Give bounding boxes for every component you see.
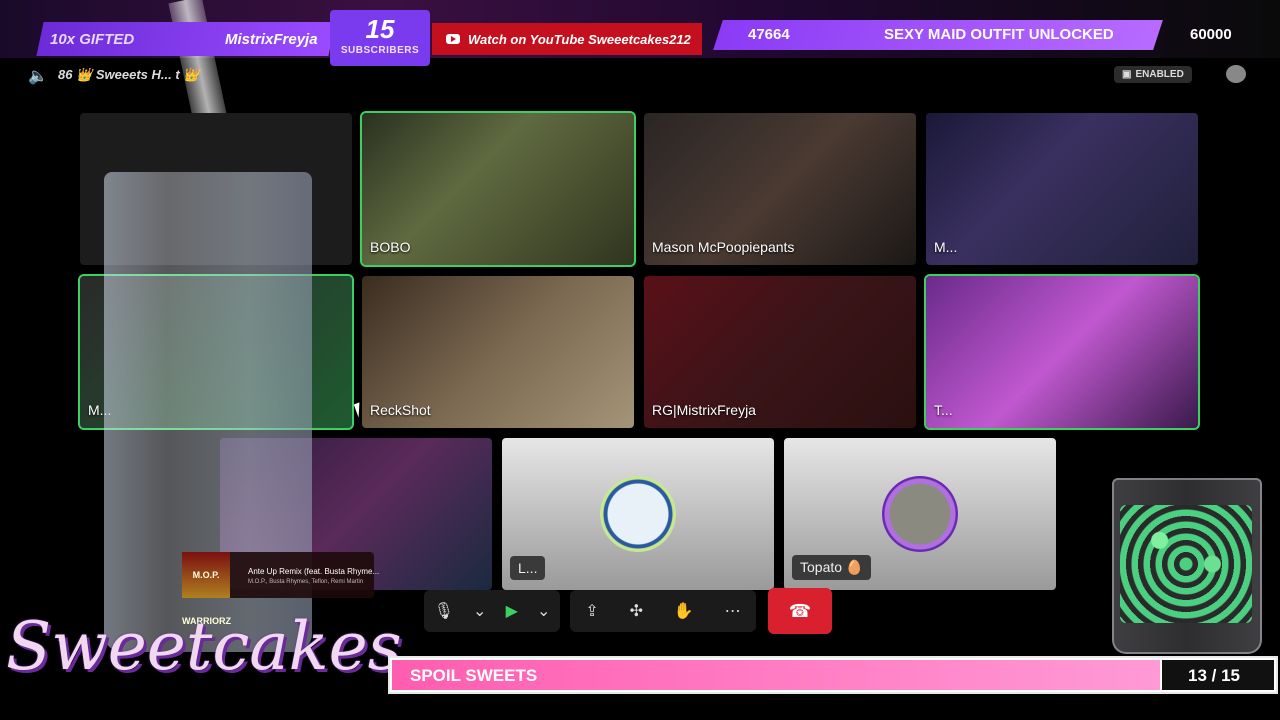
goal-title: SEXY MAID OUTFIT UNLOCKED	[884, 26, 1114, 43]
enabled-label: ENABLED	[1135, 69, 1184, 80]
participant-name: L...	[510, 556, 546, 580]
video-tile[interactable]: Topato 🥚	[784, 438, 1056, 590]
avatar	[600, 476, 676, 552]
enabled-badge[interactable]: ▣ ENABLED	[1114, 66, 1192, 83]
participant-name: RG|MistrixFreyja	[652, 402, 756, 418]
youtube-banner: Watch on YouTube Sweeetcakes212	[432, 23, 702, 55]
gifted-label: 10x GIFTED	[50, 31, 135, 48]
video-tile[interactable]: T...	[924, 274, 1200, 430]
video-tile[interactable]: Mason McPoopiepants	[644, 113, 916, 265]
sweetcakes-logo: Sweetcakes	[6, 608, 402, 685]
subscriber-counter: 15 SUBSCRIBERS	[330, 10, 430, 66]
now-playing-artist: M.O.P., Busta Rhymes, Teflon, Remi Marti…	[248, 579, 364, 585]
participant-name: ReckShot	[370, 402, 431, 418]
raise-hand-icon[interactable]: ✋	[674, 601, 694, 621]
youtube-text: Watch on YouTube Sweeetcakes212	[468, 31, 691, 47]
participant-name: M...	[934, 239, 958, 255]
subscriber-label: SUBSCRIBERS	[340, 45, 420, 56]
goal-current: 47664	[748, 26, 790, 43]
more-icon[interactable]: ⋯	[725, 601, 741, 621]
action-controls: ⇪ ✣ ✋ ⋯	[570, 590, 756, 632]
video-tile[interactable]: M...	[926, 113, 1198, 265]
progress-label: SPOIL SWEETS	[410, 666, 538, 685]
album-art: M.O.P. WARRIORZ	[182, 552, 231, 626]
participant-name: Topato 🥚	[792, 555, 872, 580]
hangup-button[interactable]: ☎	[768, 588, 832, 634]
progress-count: 13 / 15	[1188, 666, 1240, 685]
badge-icon: ▣	[1122, 69, 1132, 80]
gifted-name: MistrixFreyja	[225, 31, 318, 48]
candy-graphic	[1120, 505, 1252, 623]
microphone-icon[interactable]: 🎙	[434, 601, 454, 621]
video-tile[interactable]: RG|MistrixFreyja	[644, 276, 916, 428]
screen-share-icon[interactable]: ⇪	[585, 601, 598, 621]
video-tile[interactable]: BOBO	[360, 111, 636, 267]
youtube-icon	[446, 34, 460, 44]
av-controls: 🎙 ⌄ ▶ ⌄	[424, 590, 560, 632]
participant-name: T...	[934, 402, 953, 418]
now-playing-title: Ante Up Remix (feat. Busta Rhyme...	[248, 567, 380, 576]
speaker-icon[interactable]: 🔈	[28, 66, 48, 86]
video-tile[interactable]: ReckShot	[362, 276, 634, 428]
chat-icon[interactable]	[1226, 65, 1246, 83]
subscriber-count: 15	[365, 14, 395, 44]
hangup-icon: ☎	[788, 600, 812, 621]
participant-name: BOBO	[370, 239, 411, 255]
avatar	[882, 476, 958, 552]
video-tile[interactable]: L...	[502, 438, 774, 590]
goal-max: 60000	[1190, 26, 1232, 43]
chevron-down-icon[interactable]: ⌄	[473, 601, 486, 621]
chevron-down-icon[interactable]: ⌄	[537, 601, 550, 621]
participant-name: Mason McPoopiepants	[652, 239, 795, 255]
camera-icon[interactable]: ▶	[506, 601, 518, 621]
apps-icon[interactable]: ✣	[630, 601, 643, 621]
meeting-title: 86 👑 Sweeets H... t 👑	[58, 67, 200, 82]
